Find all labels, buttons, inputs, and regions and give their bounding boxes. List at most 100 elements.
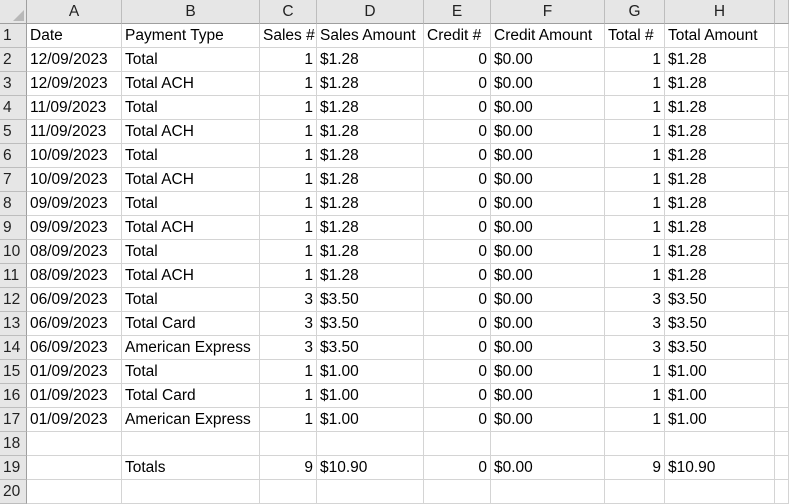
row-header-8[interactable]: 8 (0, 192, 27, 216)
cell-e4[interactable]: 0 (424, 96, 491, 120)
cell-g2[interactable]: 1 (605, 48, 665, 72)
cell-h9[interactable]: $1.28 (665, 216, 775, 240)
cell-f4[interactable]: $0.00 (491, 96, 605, 120)
cell-d9[interactable]: $1.28 (317, 216, 424, 240)
cell-c14[interactable]: 3 (260, 336, 317, 360)
cell-d11[interactable]: $1.28 (317, 264, 424, 288)
cell-f5[interactable]: $0.00 (491, 120, 605, 144)
cell-d14[interactable]: $3.50 (317, 336, 424, 360)
cell-d17[interactable]: $1.00 (317, 408, 424, 432)
row-header-12[interactable]: 12 (0, 288, 27, 312)
cell-b11[interactable]: Total ACH (122, 264, 260, 288)
cell-c3[interactable]: 1 (260, 72, 317, 96)
cell-f14[interactable]: $0.00 (491, 336, 605, 360)
cell-d4[interactable]: $1.28 (317, 96, 424, 120)
cell-c1[interactable]: Sales # (260, 24, 317, 48)
cell-e5[interactable]: 0 (424, 120, 491, 144)
cell-g4[interactable]: 1 (605, 96, 665, 120)
cell-g10[interactable]: 1 (605, 240, 665, 264)
cell-a9[interactable]: 09/09/2023 (27, 216, 122, 240)
cell-a1[interactable]: Date (27, 24, 122, 48)
cell-f13[interactable]: $0.00 (491, 312, 605, 336)
cell-f20[interactable] (491, 480, 605, 504)
cell-g15[interactable]: 1 (605, 360, 665, 384)
row-header-19[interactable]: 19 (0, 456, 27, 480)
cell-h4[interactable]: $1.28 (665, 96, 775, 120)
cell-h18[interactable] (665, 432, 775, 456)
cell-h16[interactable]: $1.00 (665, 384, 775, 408)
cell-h2[interactable]: $1.28 (665, 48, 775, 72)
cell-a10[interactable]: 08/09/2023 (27, 240, 122, 264)
cell-h15[interactable]: $1.00 (665, 360, 775, 384)
cell-d18[interactable] (317, 432, 424, 456)
cell-g12[interactable]: 3 (605, 288, 665, 312)
row-header-18[interactable]: 18 (0, 432, 27, 456)
cell-e10[interactable]: 0 (424, 240, 491, 264)
cell-c5[interactable]: 1 (260, 120, 317, 144)
row-header-1[interactable]: 1 (0, 24, 27, 48)
cell-a2[interactable]: 12/09/2023 (27, 48, 122, 72)
cell-a5[interactable]: 11/09/2023 (27, 120, 122, 144)
cell-h6[interactable]: $1.28 (665, 144, 775, 168)
cell-a12[interactable]: 06/09/2023 (27, 288, 122, 312)
cell-d7[interactable]: $1.28 (317, 168, 424, 192)
cell-e20[interactable] (424, 480, 491, 504)
cell-c12[interactable]: 3 (260, 288, 317, 312)
cell-c17[interactable]: 1 (260, 408, 317, 432)
cell-b15[interactable]: Total (122, 360, 260, 384)
cell-g17[interactable]: 1 (605, 408, 665, 432)
row-header-3[interactable]: 3 (0, 72, 27, 96)
cell-h13[interactable]: $3.50 (665, 312, 775, 336)
cell-h10[interactable]: $1.28 (665, 240, 775, 264)
cell-g14[interactable]: 3 (605, 336, 665, 360)
cell-e11[interactable]: 0 (424, 264, 491, 288)
cell-g9[interactable]: 1 (605, 216, 665, 240)
cell-c19[interactable]: 9 (260, 456, 317, 480)
cell-e6[interactable]: 0 (424, 144, 491, 168)
select-all-corner[interactable] (0, 0, 27, 24)
cell-e2[interactable]: 0 (424, 48, 491, 72)
cell-c10[interactable]: 1 (260, 240, 317, 264)
cell-h12[interactable]: $3.50 (665, 288, 775, 312)
cell-g5[interactable]: 1 (605, 120, 665, 144)
row-header-9[interactable]: 9 (0, 216, 27, 240)
cell-f18[interactable] (491, 432, 605, 456)
cell-a19[interactable] (27, 456, 122, 480)
cell-g16[interactable]: 1 (605, 384, 665, 408)
cell-b4[interactable]: Total (122, 96, 260, 120)
cell-e13[interactable]: 0 (424, 312, 491, 336)
cell-h20[interactable] (665, 480, 775, 504)
cell-b18[interactable] (122, 432, 260, 456)
cell-d5[interactable]: $1.28 (317, 120, 424, 144)
cell-d6[interactable]: $1.28 (317, 144, 424, 168)
cell-c7[interactable]: 1 (260, 168, 317, 192)
cell-b17[interactable]: American Express (122, 408, 260, 432)
cell-h7[interactable]: $1.28 (665, 168, 775, 192)
cell-h1[interactable]: Total Amount (665, 24, 775, 48)
cell-b7[interactable]: Total ACH (122, 168, 260, 192)
cell-a11[interactable]: 08/09/2023 (27, 264, 122, 288)
column-header-c[interactable]: C (260, 0, 317, 24)
cell-f17[interactable]: $0.00 (491, 408, 605, 432)
cell-h5[interactable]: $1.28 (665, 120, 775, 144)
cell-f1[interactable]: Credit Amount (491, 24, 605, 48)
cell-c20[interactable] (260, 480, 317, 504)
cell-b2[interactable]: Total (122, 48, 260, 72)
cell-b19[interactable]: Totals (122, 456, 260, 480)
cell-c4[interactable]: 1 (260, 96, 317, 120)
cell-f19[interactable]: $0.00 (491, 456, 605, 480)
cell-e18[interactable] (424, 432, 491, 456)
cell-g3[interactable]: 1 (605, 72, 665, 96)
cell-h17[interactable]: $1.00 (665, 408, 775, 432)
cell-e15[interactable]: 0 (424, 360, 491, 384)
cell-e19[interactable]: 0 (424, 456, 491, 480)
row-header-14[interactable]: 14 (0, 336, 27, 360)
cell-g13[interactable]: 3 (605, 312, 665, 336)
cell-e1[interactable]: Credit # (424, 24, 491, 48)
column-header-a[interactable]: A (27, 0, 122, 24)
cell-b8[interactable]: Total (122, 192, 260, 216)
cell-e16[interactable]: 0 (424, 384, 491, 408)
cell-g1[interactable]: Total # (605, 24, 665, 48)
row-header-20[interactable]: 20 (0, 480, 27, 504)
cell-a16[interactable]: 01/09/2023 (27, 384, 122, 408)
